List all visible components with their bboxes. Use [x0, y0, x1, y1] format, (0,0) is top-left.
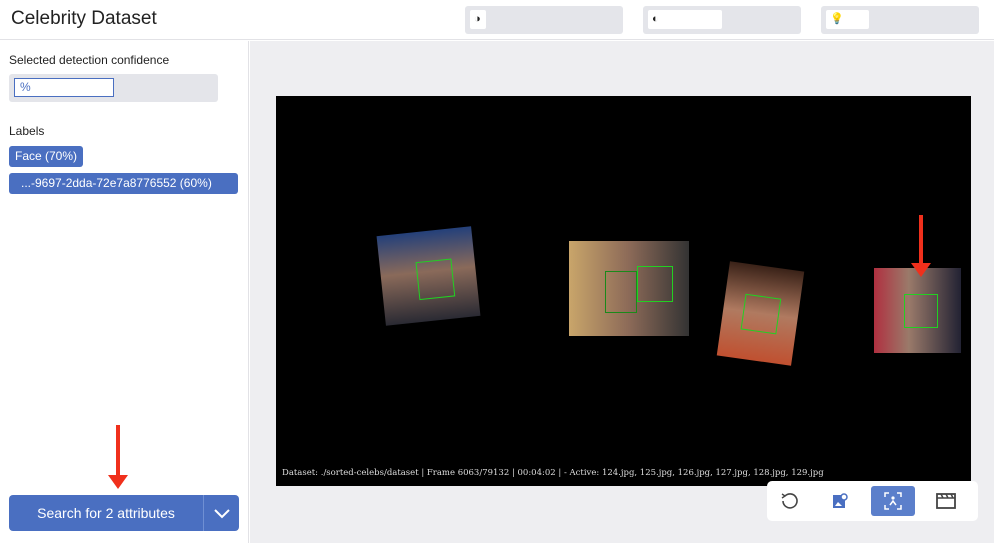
labels-heading: Labels: [9, 124, 45, 138]
reset-icon: [781, 493, 798, 509]
video-viewer[interactable]: Dataset: ./sorted-celebs/dataset | Frame…: [276, 96, 971, 486]
annotation-arrow: [911, 215, 931, 277]
confidence-field-container: %: [9, 74, 218, 102]
header: Celebrity Dataset ◑ ◐ 💡: [0, 0, 994, 40]
face-detect-button[interactable]: [871, 486, 915, 516]
confidence-label: Selected detection confidence: [9, 53, 170, 67]
app-title: Celebrity Dataset: [11, 8, 157, 29]
face-image: [874, 268, 961, 353]
face-image: [716, 261, 805, 366]
confidence-input[interactable]: %: [14, 78, 114, 97]
clapperboard-icon: [936, 493, 956, 509]
viewer-toolbar: [767, 481, 978, 521]
face-detect-icon: [884, 492, 902, 510]
annotation-arrow: [108, 425, 128, 489]
video-button[interactable]: [924, 486, 968, 516]
face-image: [569, 241, 689, 336]
search-button-label: Search for 2 attributes: [37, 505, 175, 521]
status-bar: Dataset: ./sorted-celebs/dataset | Frame…: [282, 468, 824, 478]
face-image: [376, 226, 481, 326]
image-search-icon: [833, 493, 848, 508]
contrast-icon: ◐: [648, 10, 722, 29]
search-button[interactable]: Search for 2 attributes: [9, 495, 239, 531]
light-slider[interactable]: 💡: [821, 6, 979, 34]
label-tag-face[interactable]: Face (70%): [9, 146, 84, 167]
brightness-icon: ◑: [470, 10, 486, 29]
brightness-slider[interactable]: ◑: [465, 6, 623, 34]
lightbulb-icon: 💡: [826, 10, 869, 29]
sidebar: Selected detection confidence % Labels F…: [0, 41, 249, 543]
image-search-button[interactable]: [818, 486, 862, 516]
chevron-down-icon: [214, 509, 230, 519]
main-area: Dataset: ./sorted-celebs/dataset | Frame…: [250, 41, 994, 543]
search-dropdown-button[interactable]: [203, 495, 239, 531]
contrast-slider[interactable]: ◐: [643, 6, 801, 34]
label-tag-id[interactable]: ...-9697-2dda-72e7a8776552 (60%): [9, 173, 238, 194]
reset-button[interactable]: [767, 486, 811, 516]
